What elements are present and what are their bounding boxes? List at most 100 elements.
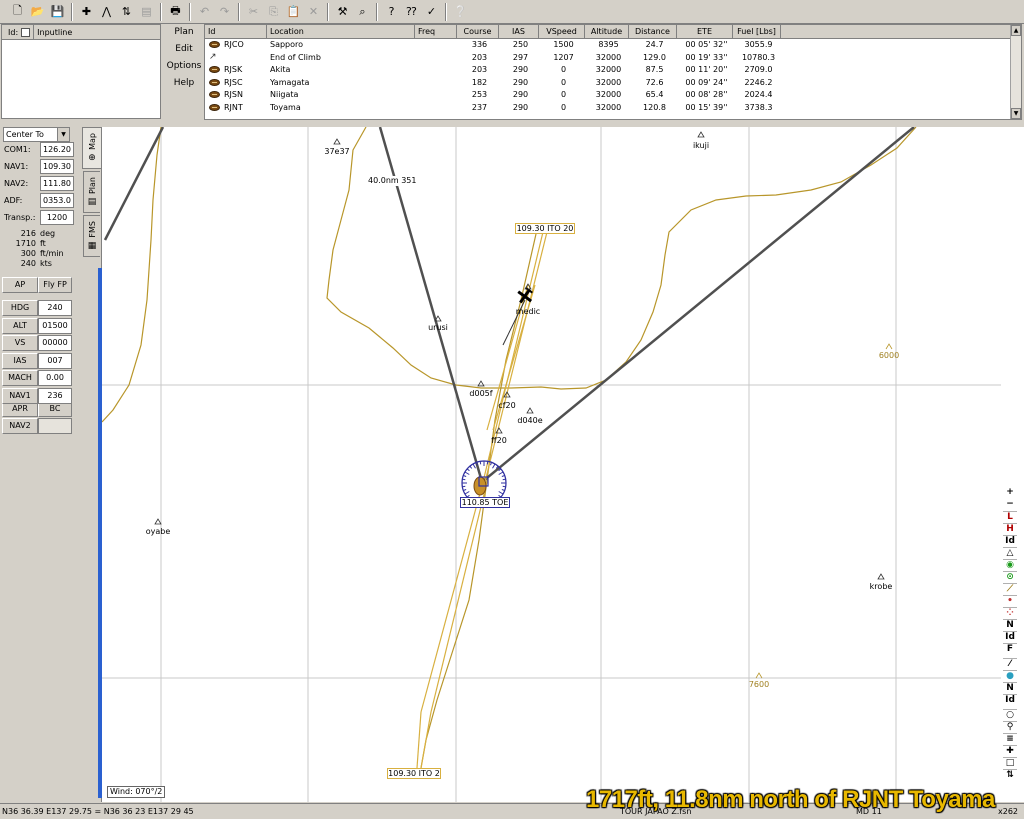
inputline-label[interactable]: Inputline [33,25,72,39]
id-label-icon[interactable]: Id [1003,631,1017,642]
tools-button[interactable]: ⚒ [333,2,352,21]
zoom-out-icon[interactable]: − [1003,499,1017,510]
chevron-down-icon[interactable]: ▼ [57,128,69,141]
menu-options[interactable]: Options [167,60,202,73]
n2-label-icon[interactable]: N [1003,682,1017,693]
ap-hdg-button[interactable]: HDG [2,300,38,316]
menu-edit[interactable]: Edit [175,43,192,56]
ap-nav1-button[interactable]: NAV1 [2,387,38,404]
radio-value[interactable]: 109.30 [40,159,74,174]
radio-value[interactable]: 0353.0 [40,193,74,208]
zoom-in-icon[interactable]: + [1003,487,1017,498]
ap-vs-button[interactable]: VS [2,335,38,351]
column-header-distance[interactable]: Distance [629,25,677,39]
waypoint-label[interactable]: d005f [461,389,501,399]
center-to-select[interactable]: Center To ▼ [3,127,70,142]
plus-cross-icon[interactable]: ✚ [1003,745,1017,756]
column-header-ias[interactable]: IAS [499,25,539,39]
id-checkbox[interactable] [21,27,31,37]
about-button[interactable]: ❔ [451,2,470,21]
column-header-vspeed[interactable]: VSpeed [539,25,585,39]
n-label-icon[interactable]: N [1003,619,1017,630]
fly-fp-button[interactable]: Fly FP [38,277,72,293]
ap-nav1-value[interactable]: 236 [38,387,72,404]
menu-plan[interactable]: Plan [174,26,193,39]
undo-button[interactable]: ↶ [195,2,214,21]
delete-button[interactable]: ▤ [137,2,156,21]
insert-button[interactable]: ⇅ [117,2,136,21]
tab-fms[interactable]: FMS ▦ [83,215,100,257]
redo-button[interactable]: ↷ [215,2,234,21]
table-row[interactable]: RJSC Yamagata 182 290 0 32000 72.6 00 09' 24'' 2… [205,77,1013,89]
waypoint-label[interactable]: cf20 [487,401,527,411]
print-button[interactable]: 🖶 [166,2,185,21]
vor-icon[interactable]: ◉ [1003,559,1017,570]
check-button[interactable]: ✓ [422,2,441,21]
help-topics-button[interactable]: ? [382,2,401,21]
waypoint-label[interactable]: medic [508,307,548,317]
triangle-icon[interactable]: △ [1003,547,1017,558]
waypoint-label[interactable]: oyabe [138,527,178,537]
tab-plan[interactable]: Plan ▤ [83,171,100,213]
column-header-freq[interactable]: Freq [415,25,457,39]
ap-ias-value[interactable]: 007 [38,352,72,369]
high-airways-icon[interactable]: H [1003,523,1017,534]
column-header-altitude[interactable]: Altitude [585,25,629,39]
save-button[interactable]: 💾 [48,2,67,21]
ap-alt-button[interactable]: ALT [2,317,38,334]
ids-icon[interactable]: Id [1003,535,1017,546]
runway-icon[interactable]: ⁄ [1003,658,1017,669]
list-icon[interactable]: ≡ [1003,733,1017,744]
menu-help[interactable]: Help [174,77,195,90]
column-header-fuel[interactable]: Fuel [Lbs] [733,25,781,39]
ils-icon[interactable]: ⟋ [1003,583,1017,594]
search-icon[interactable]: ⚲ [1003,721,1017,732]
copy-button[interactable]: ⎘ [264,2,283,21]
waypoint-label[interactable]: krobe [861,582,901,592]
scroll-up-icon[interactable]: ▲ [1011,25,1021,36]
table-row[interactable]: RJSN Niigata 253 290 0 32000 65.4 00 08' 28'' 20… [205,89,1013,101]
id2-label-icon[interactable]: Id [1003,694,1017,705]
column-header-course[interactable]: Course [457,25,499,39]
dot-icon[interactable]: • [1003,595,1017,606]
radio-value[interactable]: 126.20 [40,142,74,157]
clear-button[interactable]: ✕ [304,2,323,21]
swap-icon[interactable]: ⇅ [1003,769,1017,780]
add-waypoint-button[interactable]: ✚ [77,2,96,21]
circle-icon[interactable]: ○ [1003,709,1017,720]
find-button[interactable]: ⌕ [353,2,372,21]
table-row[interactable]: RJSK Akita 203 290 0 32000 87.5 00 11' 20'' 2709… [205,64,1013,76]
waypoint-label[interactable]: ikuji [681,141,721,151]
ap-mach-button[interactable]: MACH [2,370,38,386]
square-icon[interactable]: □ [1003,757,1017,768]
whats-this-button[interactable]: ⁇ [402,2,421,21]
waypoint-label[interactable]: urusi [418,323,458,333]
paste-button[interactable]: 📋 [284,2,303,21]
nav2-button[interactable]: NAV2 [2,418,38,434]
radio-value[interactable]: 111.80 [40,176,74,191]
column-header-location[interactable]: Location [267,25,415,39]
ap-alt-value[interactable]: 01500 [38,317,72,334]
table-row[interactable]: RJCO Sapporo 336 250 1500 8395 24.7 00 05' 32''… [205,39,1013,51]
ap-mach-value[interactable]: 0.00 [38,370,72,386]
ap-hdg-value[interactable]: 240 [38,300,72,316]
waypoint-label[interactable]: 37e37 [317,147,357,157]
table-row[interactable]: ↗ End of Climb 203 297 1207 32000 129.0 00 19' … [205,52,1013,64]
tab-map[interactable]: Map ⊕ [82,127,101,169]
column-header-id[interactable]: Id [205,25,267,39]
waypoint-label[interactable]: d040e [510,416,550,426]
open-folder-button[interactable]: 📂 [28,2,47,21]
route-button[interactable]: ⋀ [97,2,116,21]
flight-plan-scrollbar[interactable]: ▲ ▼ [1010,25,1021,119]
table-row[interactable]: RJNT Toyama 237 290 0 32000 120.8 00 15' 39'' 37… [205,102,1013,114]
radio-value[interactable]: 1200 [40,210,74,225]
freq-icon[interactable]: F [1003,643,1017,654]
new-file-button[interactable]: 🗋 [8,2,27,21]
ap-button[interactable]: AP [2,277,38,293]
ap-vs-value[interactable]: 00000 [38,335,72,351]
column-header-ete[interactable]: ETE [677,25,733,39]
low-airways-icon[interactable]: L [1003,511,1017,522]
scroll-down-icon[interactable]: ▼ [1011,108,1021,119]
map-view[interactable]: 37e37 ikuji urusi medic d005f cf20 d040e ff20 oy… [101,127,1024,802]
cut-button[interactable]: ✂ [244,2,263,21]
